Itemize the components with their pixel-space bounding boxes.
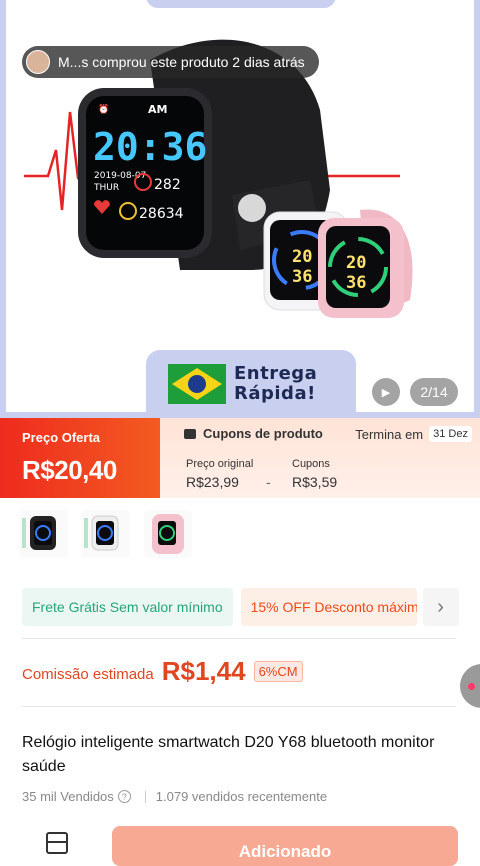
pink-watch-minute: 36 bbox=[346, 273, 366, 293]
offer-price-block: Preço Oferta R$20,40 bbox=[0, 418, 174, 498]
original-price-value: R$23,99 bbox=[186, 474, 239, 490]
offer-price-label: Preço Oferta bbox=[22, 430, 101, 445]
chevron-right-icon[interactable]: › bbox=[422, 588, 459, 626]
sold-total: 35 mil Vendidos bbox=[22, 789, 114, 804]
watch-day: THUR bbox=[93, 183, 119, 193]
commission-value: R$1,44 bbox=[161, 656, 246, 686]
buyer-avatar bbox=[26, 50, 50, 74]
divider bbox=[22, 638, 456, 639]
price-dash: - bbox=[266, 474, 271, 490]
product-image-carousel[interactable]: ⏰ AM 20:36 2019-08-07 THUR 282 28634 20 … bbox=[0, 0, 480, 418]
white-watch-hour: 20 bbox=[292, 247, 312, 267]
entrega-line-1: Entrega bbox=[234, 363, 318, 384]
watch-time: 20:36 bbox=[93, 125, 207, 169]
ticket-icon bbox=[184, 428, 196, 439]
notification-dot bbox=[468, 683, 475, 690]
ends-label: Termina em bbox=[355, 426, 424, 442]
play-icon[interactable]: ▶ bbox=[372, 378, 400, 406]
watch-alarm-icon: ⏰ bbox=[98, 103, 109, 115]
separator bbox=[144, 790, 146, 803]
white-watch-minute: 36 bbox=[292, 267, 312, 287]
variant-thumbnails bbox=[20, 510, 192, 558]
variant-thumb-pink[interactable] bbox=[144, 510, 192, 558]
ends-date: 31 Dez bbox=[429, 426, 472, 442]
coupon-label: Cupons bbox=[292, 458, 330, 470]
bottom-action-bar: Adicionado bbox=[0, 822, 480, 866]
add-button[interactable]: Adicionado bbox=[112, 826, 458, 866]
recent-buyer-text: M...s comprou este produto 2 dias atrás bbox=[58, 54, 305, 70]
offer-price-value: R$20,40 bbox=[22, 455, 117, 485]
commission-rate-badge: 6%CM bbox=[253, 661, 303, 682]
promo-chips: Frete Grátis Sem valor mínimo 15% OFF De… bbox=[22, 588, 480, 626]
entrega-line-2: Rápida! bbox=[234, 383, 316, 404]
price-section: Preço Oferta R$20,40 Cupons de produto T… bbox=[0, 418, 480, 498]
product-title: Relógio inteligente smartwatch D20 Y68 b… bbox=[22, 734, 435, 775]
free-shipping-chip[interactable]: Frete Grátis Sem valor mínimo bbox=[22, 588, 233, 626]
variant-thumb-black[interactable] bbox=[20, 510, 68, 558]
variant-thumb-white[interactable] bbox=[82, 510, 130, 558]
original-price-label: Preço original bbox=[186, 458, 254, 470]
commission-row: Comissão estimada R$1,44 6%CM bbox=[22, 656, 303, 687]
recent-buyer-notice: M...s comprou este produto 2 dias atrás bbox=[22, 46, 319, 78]
pink-watch-hour: 20 bbox=[346, 253, 366, 273]
brazil-flag-icon bbox=[168, 364, 226, 404]
watch-heart-rate: 282 bbox=[154, 177, 181, 193]
store-icon[interactable] bbox=[46, 832, 68, 854]
divider bbox=[22, 706, 456, 707]
floating-assistant-button[interactable] bbox=[460, 664, 480, 708]
watch-steps: 28634 bbox=[139, 206, 184, 222]
coupon-value: R$3,59 bbox=[292, 474, 338, 490]
image-counter: 2/14 bbox=[410, 378, 458, 406]
fast-delivery-badge: Entrega Rápida! bbox=[146, 350, 356, 418]
watch-ampm: AM bbox=[148, 103, 167, 116]
sold-recent: 1.079 vendidos recentemente bbox=[155, 789, 328, 804]
sales-info: 35 mil Vendidos ? 1.079 vendidos recente… bbox=[22, 789, 327, 804]
coupon-header: Cupons de produto bbox=[203, 426, 323, 441]
discount-chip[interactable]: 15% OFF Desconto máximo bbox=[240, 588, 417, 626]
commission-label: Comissão estimada bbox=[22, 666, 154, 683]
help-icon[interactable]: ? bbox=[117, 790, 131, 803]
coupon-block[interactable]: Cupons de produto Termina em 31 Dez Preç… bbox=[160, 418, 480, 498]
